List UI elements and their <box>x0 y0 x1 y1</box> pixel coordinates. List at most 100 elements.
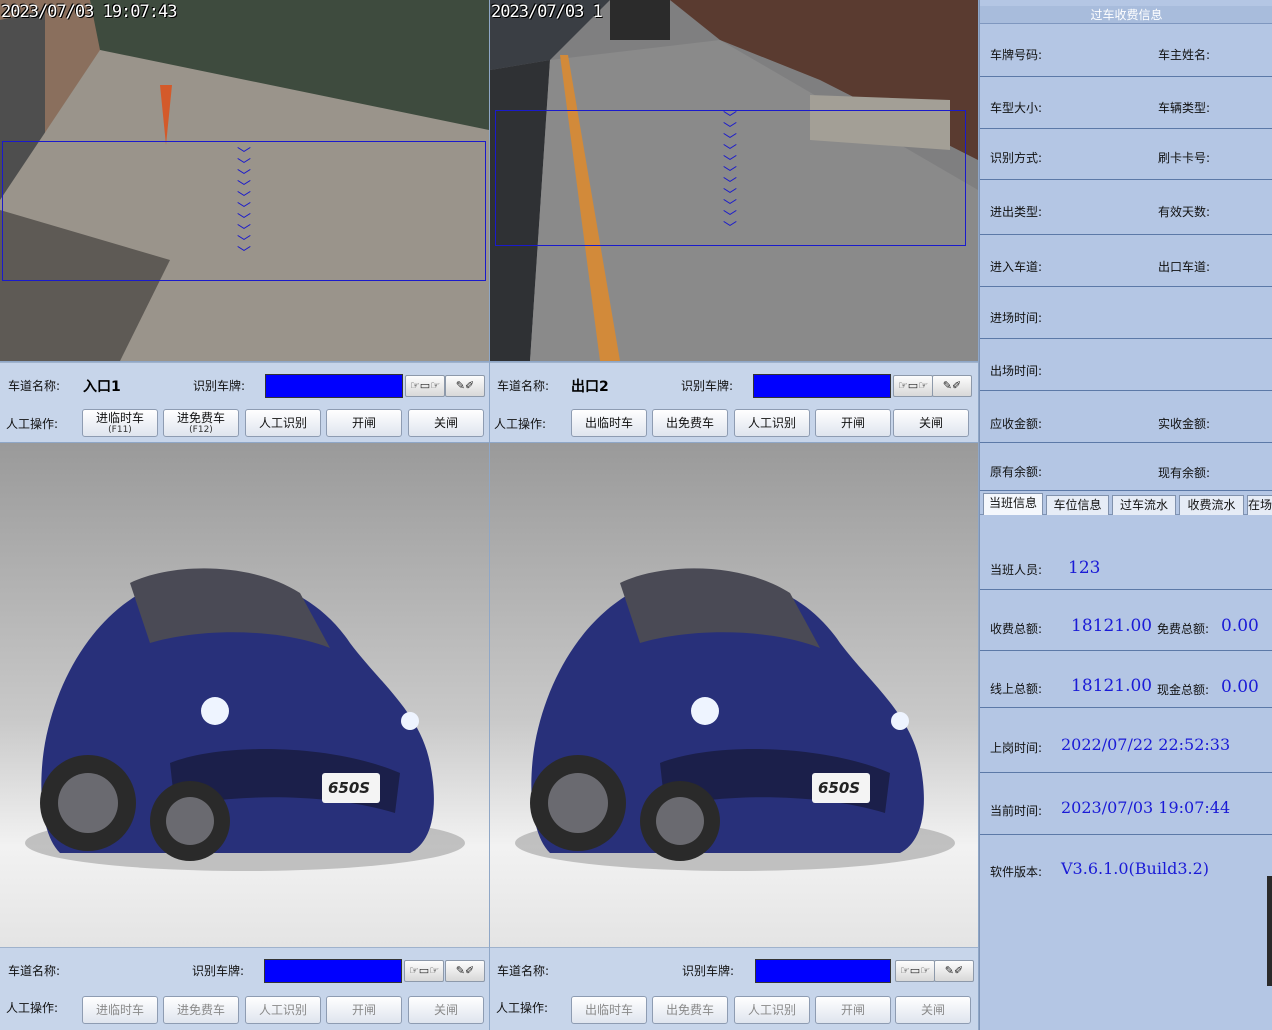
manual-recognize-button[interactable]: 人工识别 <box>245 409 321 437</box>
plate-label: 识别车牌: <box>682 964 735 978</box>
vehicle-size-label: 车型大小: <box>990 101 1043 115</box>
fee-total-value: 18121.00 <box>1071 616 1153 636</box>
lane-name-label: 车道名称: <box>8 379 61 393</box>
plate-label: 识别车牌: <box>193 379 246 393</box>
hand-pointer-icon[interactable]: ☞▭☞ <box>405 375 445 397</box>
cash-total-label: 现金总额: <box>1157 683 1210 697</box>
tab-on-site[interactable]: 在场 <box>1247 495 1272 515</box>
staff-value: 123 <box>1068 558 1101 578</box>
fee-row: 原有余额: 现有余额: <box>980 443 1272 491</box>
info-tabs: 当班信息 车位信息 过车流水 收费流水 在场 <box>980 493 1272 515</box>
lane-name-value: 出口2 <box>571 379 609 395</box>
manual-recognize-button[interactable]: 人工识别 <box>245 996 321 1024</box>
exit-temp-car-button[interactable]: 出临时车 <box>571 996 647 1024</box>
exit-free-car-button[interactable]: 出免费车 <box>652 996 728 1024</box>
manual-op-label: 人工操作: <box>496 1001 549 1015</box>
amount-paid-label: 实收金额: <box>1158 417 1211 431</box>
tab-shift-info[interactable]: 当班信息 <box>983 493 1043 515</box>
current-time-label: 当前时间: <box>990 804 1043 818</box>
open-gate-button[interactable]: 开闸 <box>815 996 891 1024</box>
cash-total-value: 0.00 <box>1221 677 1259 697</box>
lane-name-label: 车道名称: <box>497 379 550 393</box>
lane-name-label: 车道名称: <box>497 964 550 978</box>
online-total-value: 18121.00 <box>1071 676 1153 696</box>
tab-parking-space[interactable]: 车位信息 <box>1046 495 1109 515</box>
lane-4-pane: 650S 车道名称: 识别车牌: ☞▭☞ ✎✐ 人工操作: 出临时车 出免费车 … <box>490 443 978 1030</box>
close-gate-button[interactable]: 关闸 <box>893 409 969 437</box>
in-out-type-label: 进出类型: <box>990 205 1043 219</box>
plate-display <box>753 374 891 398</box>
lane-3-controls: 车道名称: 识别车牌: ☞▭☞ ✎✐ 人工操作: 进临时车 进免费车 人工识别 … <box>0 947 489 1030</box>
button-hotkey: (F12) <box>189 425 213 435</box>
car-photo <box>515 568 955 871</box>
close-gate-button[interactable]: 关闸 <box>408 409 484 437</box>
manual-op-label: 人工操作: <box>6 417 59 431</box>
entry-lane-label: 进入车道: <box>990 260 1043 274</box>
lane-2-osd-timestamp: 2023/07/03 1 <box>491 2 603 22</box>
lane-2-direction-arrows: ﹀ ﹀ ﹀ ﹀ ﹀ ﹀ ﹀ ﹀ ﹀ ﹀ ﹀ <box>723 111 737 237</box>
amount-due-label: 应收金额: <box>990 417 1043 431</box>
pen-edit-icon[interactable]: ✎✐ <box>445 960 485 982</box>
hand-pointer-icon[interactable]: ☞▭☞ <box>404 960 444 982</box>
shift-row: 当班人员: 123 <box>980 515 1272 590</box>
lane-1-video[interactable]: 2023/07/03 19:07:43 ﹀ ﹀ ﹀ ﹀ ﹀ ﹀ ﹀ ﹀ ﹀ ﹀ <box>0 0 489 361</box>
plate-display <box>264 959 402 983</box>
lane-1-osd-timestamp: 2023/07/03 19:07:43 <box>1 2 177 22</box>
plate-display <box>755 959 891 983</box>
hand-pointer-icon[interactable]: ☞▭☞ <box>895 960 935 982</box>
manual-op-label: 人工操作: <box>494 417 547 431</box>
manual-recognize-button[interactable]: 人工识别 <box>734 409 810 437</box>
current-time-value: 2023/07/03 19:07:44 <box>1061 798 1231 817</box>
hand-pointer-icon[interactable]: ☞▭☞ <box>893 375 933 397</box>
shift-row: 收费总额: 18121.00 免费总额: 0.00 <box>980 590 1272 651</box>
lane-3-pane: 650S 车道名称: 识别车牌: ☞▭☞ ✎✐ 人工操作: 进临时车 进免费车 … <box>0 443 489 1030</box>
open-gate-button[interactable]: 开闸 <box>815 409 891 437</box>
plate-display <box>265 374 403 398</box>
lane-2-controls: 车道名称: 出口2 识别车牌: ☞▭☞ ✎✐ 人工操作: 出临时车 出免费车 人… <box>490 362 978 442</box>
software-version-label: 软件版本: <box>990 865 1043 879</box>
pen-edit-icon[interactable]: ✎✐ <box>445 375 485 397</box>
tab-vehicle-flow[interactable]: 过车流水 <box>1112 495 1176 515</box>
owner-name-label: 车主姓名: <box>1158 48 1211 62</box>
lane-1-controls: 车道名称: 入口1 识别车牌: ☞▭☞ ✎✐ 人工操作: 进临时车 (F11) 进… <box>0 362 489 442</box>
staff-label: 当班人员: <box>990 563 1043 577</box>
car-photo <box>25 568 465 871</box>
on-duty-time-value: 2022/07/22 22:52:33 <box>1061 735 1231 754</box>
recognize-method-label: 识别方式: <box>990 151 1043 165</box>
open-gate-button[interactable]: 开闸 <box>326 409 402 437</box>
valid-days-label: 有效天数: <box>1158 205 1211 219</box>
lane-1-pane: 2023/07/03 19:07:43 ﹀ ﹀ ﹀ ﹀ ﹀ ﹀ ﹀ ﹀ ﹀ ﹀ 车道名称: 入口1… <box>0 0 489 442</box>
exit-temp-car-button[interactable]: 出临时车 <box>571 409 647 437</box>
tab-fee-flow[interactable]: 收费流水 <box>1179 495 1244 515</box>
new-balance-label: 现有余额: <box>1158 466 1211 480</box>
lane-4-controls: 车道名称: 识别车牌: ☞▭☞ ✎✐ 人工操作: 出临时车 出免费车 人工识别 … <box>490 947 978 1030</box>
exit-free-car-button[interactable]: 出免费车 <box>652 409 728 437</box>
shift-row: 软件版本: V3.6.1.0(Build3.2) <box>980 835 1272 895</box>
lane-2-video[interactable]: 2023/07/03 1 ﹀ ﹀ ﹀ ﹀ ﹀ ﹀ ﹀ ﹀ ﹀ ﹀ ﹀ <box>490 0 978 361</box>
enter-temp-car-button[interactable]: 进临时车 (F11) <box>82 409 158 437</box>
shift-row: 线上总额: 18121.00 现金总额: 0.00 <box>980 651 1272 708</box>
enter-temp-car-button[interactable]: 进临时车 <box>82 996 158 1024</box>
software-version-value: V3.6.1.0(Build3.2) <box>1061 859 1209 878</box>
close-gate-button[interactable]: 关闸 <box>895 996 971 1024</box>
old-balance-label: 原有余额: <box>990 465 1043 479</box>
scrollbar[interactable] <box>1267 876 1272 986</box>
fee-row: 进入车道: 出口车道: <box>980 235 1272 287</box>
enter-free-car-button[interactable]: 进免费车 (F12) <box>163 409 239 437</box>
close-gate-button[interactable]: 关闸 <box>408 996 484 1024</box>
car-badge-text: 650S <box>328 779 371 797</box>
lane-3-video[interactable]: 650S <box>0 443 489 947</box>
enter-free-car-button[interactable]: 进免费车 <box>163 996 239 1024</box>
lane-name-value: 入口1 <box>83 379 121 395</box>
pen-edit-icon[interactable]: ✎✐ <box>932 375 972 397</box>
lane-4-video[interactable]: 650S <box>490 443 978 947</box>
card-number-label: 刷卡卡号: <box>1158 151 1211 165</box>
manual-recognize-button[interactable]: 人工识别 <box>734 996 810 1024</box>
exit-time-label: 出场时间: <box>990 364 1043 378</box>
open-gate-button[interactable]: 开闸 <box>326 996 402 1024</box>
shift-row: 当前时间: 2023/07/03 19:07:44 <box>980 773 1272 835</box>
pen-edit-icon[interactable]: ✎✐ <box>934 960 974 982</box>
manual-op-label: 人工操作: <box>6 1001 59 1015</box>
button-hotkey: (F11) <box>108 425 132 435</box>
on-duty-time-label: 上岗时间: <box>990 741 1043 755</box>
